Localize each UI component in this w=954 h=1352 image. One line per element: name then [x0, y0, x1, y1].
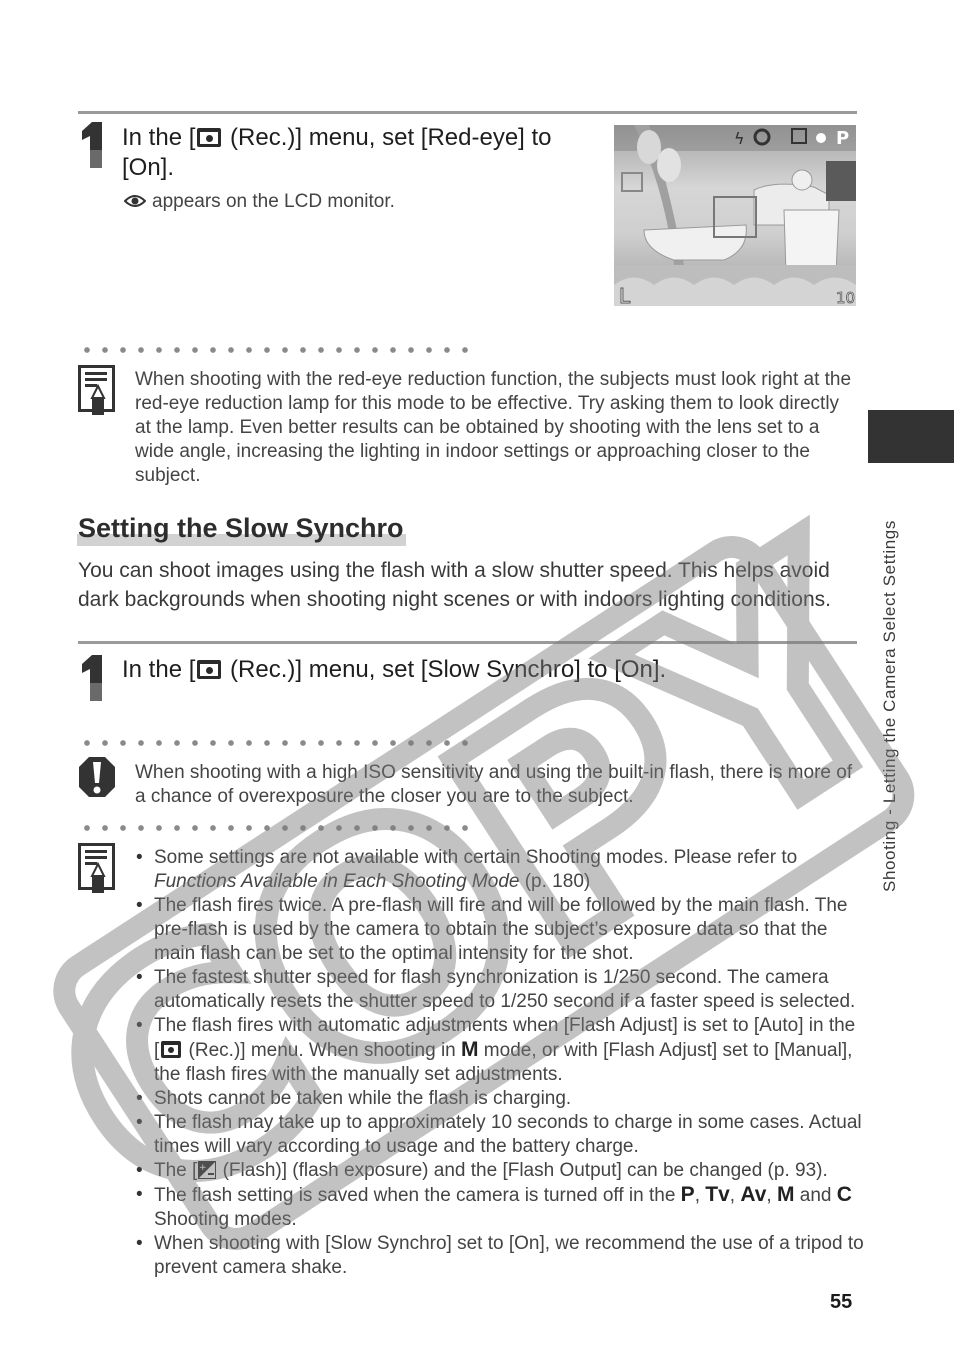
dotted-separator [78, 346, 473, 354]
svg-text:L: L [619, 284, 631, 306]
list-item: The flash may take up to approximately 1… [135, 1111, 865, 1159]
camera-rec-icon [197, 660, 222, 679]
chapter-tab [868, 410, 954, 463]
note-icon [78, 843, 115, 893]
dotted-separator [78, 824, 473, 832]
camera-rec-icon [161, 1041, 182, 1058]
svg-text:+: + [199, 1163, 207, 1173]
page-number: 55 [830, 1291, 853, 1313]
section-intro: You can shoot images using the flash wit… [78, 559, 831, 611]
step-instruction: In the [ (Rec.)] menu, set [Red-eye] to … [122, 124, 552, 181]
section-title: Setting the Slow Synchro [77, 508, 406, 546]
red-eye-icon [124, 195, 146, 207]
list-item: Some settings are not available with cer… [135, 846, 865, 894]
caution-icon [79, 757, 115, 797]
list-item: When shooting with [Slow Synchro] set to… [135, 1232, 865, 1280]
list-item: The flash fires twice. A pre-flash will … [135, 894, 865, 966]
step-number [80, 655, 104, 701]
svg-text:P: P [836, 128, 849, 149]
list-item: The flash setting is saved when the came… [135, 1183, 865, 1232]
list-item: The flash fires with automatic adjustmen… [135, 1014, 865, 1087]
note-icon [78, 365, 115, 415]
list-item: Shots cannot be taken while the flash is… [135, 1087, 865, 1111]
list-item: The [+ (Flash)] (flash exposure) and the… [135, 1159, 865, 1183]
caution-text: When shooting with a high ISO sensitivit… [135, 762, 853, 807]
dotted-separator [78, 739, 473, 747]
flash-exposure-icon: + [198, 1161, 217, 1179]
chapter-label: Shooting - Letting the Camera Select Set… [880, 520, 899, 892]
notes-list: Some settings are not available with cer… [135, 846, 865, 1280]
step-number [80, 122, 104, 168]
step-instruction: In the [ (Rec.)] menu, set [Slow Synchro… [122, 656, 667, 683]
step-result: appears on the LCD monitor. [124, 191, 395, 213]
camera-rec-icon [197, 128, 222, 147]
step-divider [78, 641, 857, 644]
step-divider [78, 111, 857, 114]
flash-icon: ϟ [734, 129, 745, 148]
svg-text:10: 10 [836, 289, 855, 306]
list-item: The fastest shutter speed for flash sync… [135, 966, 865, 1014]
note-text: When shooting with the red-eye reduction… [135, 369, 852, 486]
lcd-preview-image: ϟ P L 10 [614, 125, 856, 306]
